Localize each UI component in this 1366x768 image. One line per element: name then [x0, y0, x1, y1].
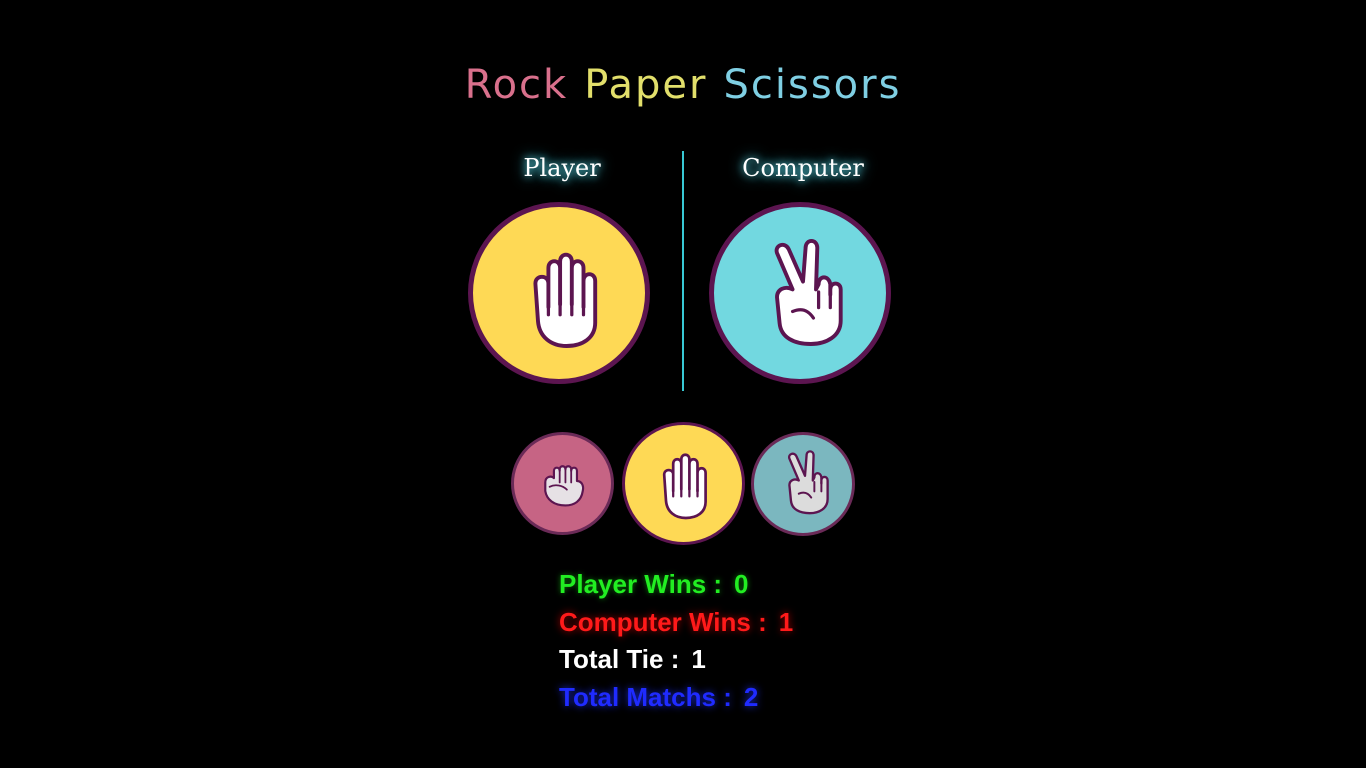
total-matches-label: Total Matchs : [559, 681, 732, 712]
rock-fist-icon [544, 465, 585, 507]
scoreboard: Player Wins : 0 Computer Wins : 1 Total Ti… [559, 566, 793, 716]
arena-divider [682, 151, 684, 391]
player-wins-row: Player Wins : 0 [559, 566, 793, 604]
title-word-paper: Paper [584, 62, 708, 108]
game-title: Rock Paper Scissors [0, 58, 1366, 112]
game-screen: Rock Paper Scissors Player Computer Player… [0, 0, 1366, 768]
total-matches-value: 2 [743, 681, 759, 712]
scissors-hand-icon [787, 450, 829, 515]
player-wins-label: Player Wins : [559, 569, 723, 599]
paper-option-button[interactable] [622, 422, 745, 545]
player-wins-value: 0 [734, 569, 749, 599]
player-label: Player [523, 154, 601, 182]
paper-hand-icon [662, 453, 707, 520]
total-tie-value: 1 [691, 644, 706, 674]
scissors-hand-icon [774, 239, 843, 346]
total-tie-label: Total Tie : [559, 644, 680, 674]
computer-wins-value: 1 [778, 606, 794, 637]
total-tie-row: Total Tie : 1 [559, 641, 793, 679]
computer-choice-display [709, 202, 891, 384]
player-choice-display [468, 202, 650, 384]
title-word-scissors: Scissors [723, 62, 902, 108]
computer-label: Computer [742, 154, 864, 182]
computer-wins-label: Computer Wins : [559, 606, 767, 637]
paper-hand-icon [533, 252, 598, 348]
scissors-option-button[interactable] [751, 432, 855, 536]
computer-wins-row: Computer Wins : 1 [559, 604, 793, 642]
rock-option-button[interactable] [511, 432, 614, 535]
title-word-rock: Rock [464, 62, 569, 108]
total-matches-row: Total Matchs : 2 [559, 679, 793, 717]
